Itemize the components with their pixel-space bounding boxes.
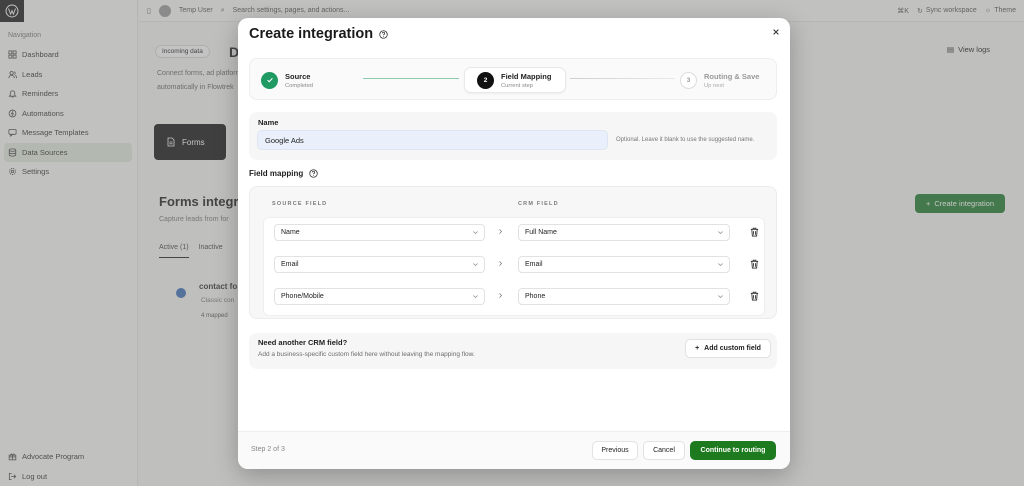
source-field-select[interactable]: Phone/Mobile — [274, 288, 485, 305]
step-complete-indicator — [261, 71, 278, 89]
field-mapping-panel: SOURCE FIELD CRM FIELD Name Full Name Em… — [249, 186, 777, 319]
check-icon — [266, 77, 273, 83]
step-connector — [363, 78, 459, 79]
step-label: Source — [285, 71, 311, 81]
trash-icon[interactable] — [750, 291, 759, 301]
step-status: Current step — [501, 82, 533, 89]
step-number: 3 — [680, 71, 697, 89]
chevron-down-icon — [473, 295, 478, 299]
add-custom-field-label: Add custom field — [704, 345, 761, 352]
select-value: Phone — [525, 293, 546, 300]
custom-field-panel: Need another CRM field? Add a business-s… — [249, 333, 777, 369]
mapping-row: Name Full Name — [264, 224, 766, 244]
continue-to-routing-button[interactable]: Continue to routing — [690, 441, 776, 460]
mapping-row: Email Email — [264, 256, 766, 276]
chevron-right-icon — [499, 293, 503, 298]
field-mapping-heading: Field mapping — [249, 169, 318, 178]
field-mapping-title: Field mapping — [249, 169, 304, 178]
modal-title-text: Create integration — [249, 26, 374, 42]
source-field-header: SOURCE FIELD — [272, 201, 328, 207]
chevron-down-icon — [473, 263, 478, 267]
stepper: Source Completed 2 Field Mapping Current… — [249, 58, 777, 100]
close-icon — [773, 29, 779, 35]
cancel-button[interactable]: Cancel — [643, 441, 685, 460]
create-integration-modal: Create integration Source Completed 2 Fi… — [238, 18, 790, 469]
modal-footer: Step 2 of 3 Previous Cancel Continue to … — [238, 431, 790, 469]
name-label: Name — [258, 118, 279, 127]
name-hint: Optional. Leave it blank to use the sugg… — [616, 137, 755, 143]
trash-icon[interactable] — [750, 259, 759, 269]
custom-field-description: Add a business-specific custom field her… — [258, 351, 475, 358]
step-field-mapping[interactable]: 2 Field Mapping Current step — [464, 67, 566, 93]
mapping-row: Phone/Mobile Phone — [264, 288, 766, 308]
step-label: Field Mapping — [501, 71, 552, 81]
custom-field-title: Need another CRM field? — [258, 338, 348, 347]
step-routing-save[interactable]: 3 Routing & Save Up next — [680, 67, 759, 93]
chevron-down-icon — [718, 231, 723, 235]
trash-icon[interactable] — [750, 227, 759, 237]
help-icon[interactable] — [379, 29, 388, 39]
step-number: 2 — [477, 71, 494, 89]
step-label: Routing & Save — [704, 71, 760, 81]
select-value: Email — [525, 261, 543, 268]
step-source[interactable]: Source Completed — [261, 67, 313, 93]
source-field-select[interactable]: Name — [274, 224, 485, 241]
select-value: Phone/Mobile — [281, 293, 324, 300]
chevron-right-icon — [499, 261, 503, 266]
chevron-down-icon — [718, 295, 723, 299]
close-button[interactable] — [770, 26, 782, 38]
chevron-down-icon — [473, 231, 478, 235]
modal-title: Create integration — [249, 26, 388, 42]
crm-field-select[interactable]: Phone — [518, 288, 730, 305]
crm-field-select[interactable]: Full Name — [518, 224, 730, 241]
step-connector — [570, 78, 675, 79]
step-status: Completed — [285, 82, 314, 89]
select-value: Name — [281, 229, 300, 236]
help-icon[interactable] — [309, 169, 318, 178]
step-status: Up next — [704, 82, 724, 89]
plus-icon: + — [695, 345, 700, 352]
select-value: Email — [281, 261, 299, 268]
source-field-select[interactable]: Email — [274, 256, 485, 273]
crm-field-header: CRM FIELD — [518, 201, 559, 207]
step-count: Step 2 of 3 — [251, 446, 285, 453]
crm-field-select[interactable]: Email — [518, 256, 730, 273]
previous-button[interactable]: Previous — [592, 441, 638, 460]
add-custom-field-button[interactable]: + Add custom field — [685, 339, 771, 358]
name-input[interactable] — [257, 130, 608, 150]
mapping-rows: Name Full Name Email Email Phone/Mobile … — [263, 217, 765, 316]
chevron-right-icon — [499, 229, 503, 234]
name-section: Name Optional. Leave it blank to use the… — [249, 112, 777, 160]
select-value: Full Name — [525, 229, 557, 236]
chevron-down-icon — [718, 263, 723, 267]
